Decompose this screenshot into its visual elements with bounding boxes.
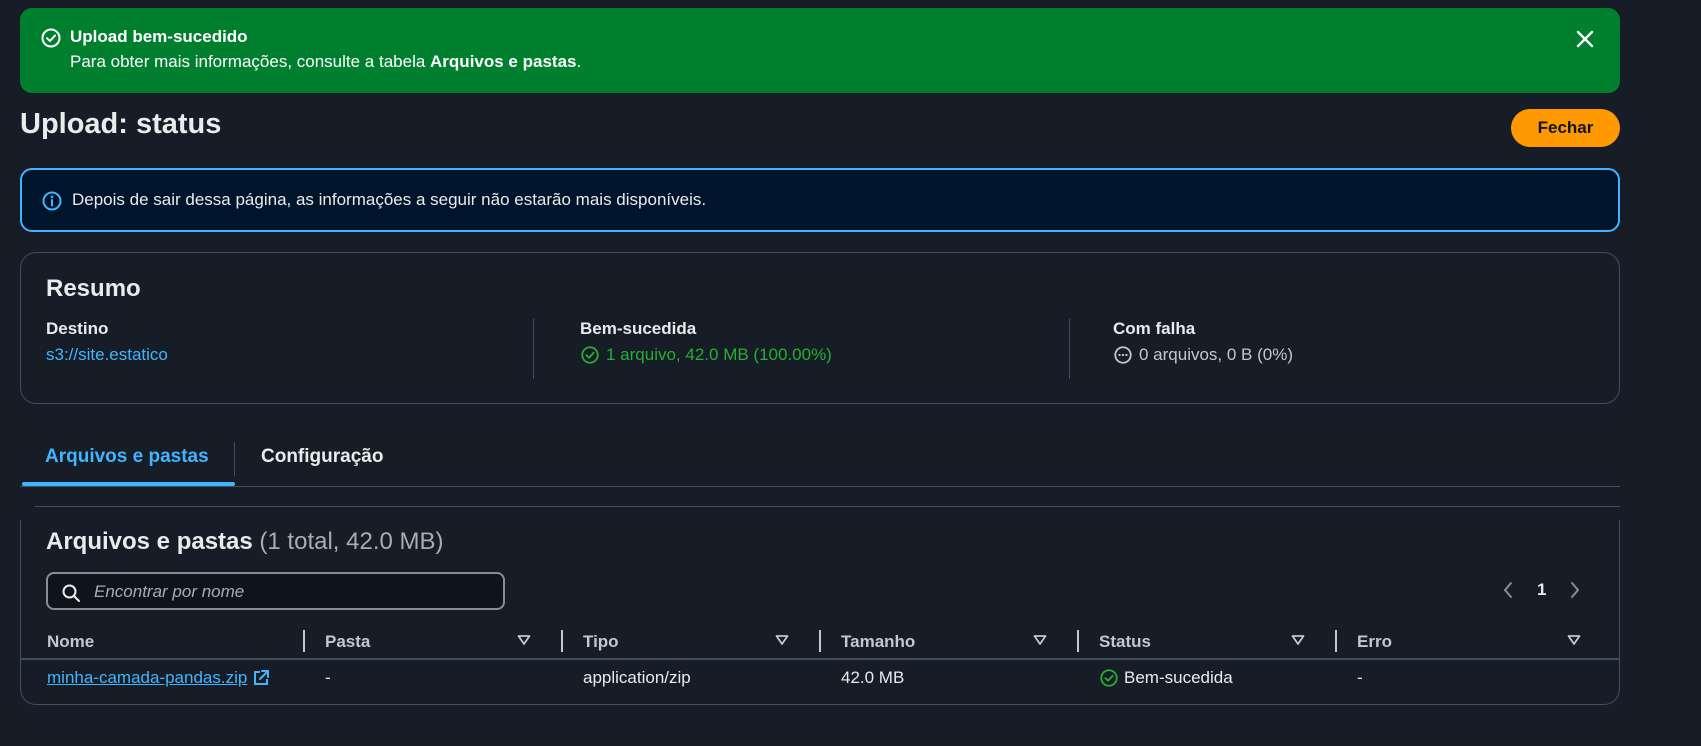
column-header-type[interactable]: Tipo [583, 632, 619, 652]
column-header-size[interactable]: Tamanho [841, 632, 915, 652]
column-resizer[interactable] [561, 630, 563, 652]
sort-down-icon[interactable] [1291, 634, 1305, 646]
files-table-title: Arquivos e pastas (1 total, 42.0 MB) [46, 528, 444, 556]
table-header: Nome Pasta Tipo Tamanho Status Erro [21, 624, 1619, 660]
chevron-left-icon[interactable] [1501, 580, 1515, 600]
tab-configuration[interactable]: Configuração [261, 446, 383, 468]
table-row: minha-camada-pandas.zip - application/zi… [21, 660, 1619, 698]
flash-message-link-text: Arquivos e pastas [430, 52, 577, 71]
search-input[interactable] [92, 579, 496, 605]
success-value: 1 arquivo, 42.0 MB (100.00%) [606, 345, 832, 364]
file-error: - [1357, 668, 1363, 687]
destination-link[interactable]: s3://site.estatico [46, 345, 168, 365]
success-flash-banner: Upload bem-sucedido Para obter mais info… [20, 8, 1620, 93]
file-type: application/zip [583, 668, 691, 687]
column-header-folder[interactable]: Pasta [325, 632, 370, 652]
sort-down-icon[interactable] [775, 634, 789, 646]
page-title: Upload: status [20, 108, 222, 140]
info-circle-icon [42, 191, 62, 211]
info-alert-text: Depois de sair dessa página, as informaç… [72, 190, 707, 209]
files-title-text: Arquivos e pastas [46, 528, 253, 555]
active-tab-indicator [22, 482, 235, 486]
files-panel-top-border [35, 506, 1620, 507]
column-divider [533, 319, 534, 379]
sort-down-icon[interactable] [1567, 634, 1581, 646]
column-resizer[interactable] [1077, 630, 1079, 652]
file-folder: - [325, 668, 331, 687]
files-table-container: Arquivos e pastas (1 total, 42.0 MB) 1 N… [20, 520, 1620, 705]
flash-message-suffix: . [576, 52, 582, 71]
file-status: Bem-sucedida [1099, 668, 1233, 688]
success-column: Bem-sucedida 1 arquivo, 42.0 MB (100.00%… [580, 319, 832, 365]
info-alert: Depois de sair dessa página, as informaç… [20, 168, 1620, 232]
column-divider [1069, 319, 1070, 379]
column-header-name[interactable]: Nome [47, 632, 94, 652]
chevron-right-icon[interactable] [1568, 580, 1582, 600]
file-status-text: Bem-sucedida [1124, 668, 1233, 687]
summary-title: Resumo [46, 275, 141, 302]
search-field[interactable] [46, 572, 505, 610]
column-resizer[interactable] [303, 630, 305, 652]
flash-message: Para obter mais informações, consulte a … [70, 52, 581, 72]
file-size: 42.0 MB [841, 668, 905, 687]
tab-bar: Arquivos e pastas Configuração [20, 432, 1620, 487]
check-circle-icon [41, 28, 61, 48]
check-circle-icon [581, 346, 599, 364]
check-circle-icon [1100, 669, 1118, 687]
sort-down-icon[interactable] [1033, 634, 1047, 646]
close-button[interactable]: Fechar [1511, 109, 1620, 147]
sort-down-icon[interactable] [517, 634, 531, 646]
pagination: 1 [1501, 580, 1582, 600]
tab-files-and-folders[interactable]: Arquivos e pastas [45, 446, 209, 468]
destination-label: Destino [46, 319, 109, 338]
column-header-status[interactable]: Status [1099, 632, 1151, 652]
tab-separator [234, 442, 235, 476]
failed-label: Com falha [1113, 319, 1196, 338]
destination-column: Destino s3://site.estatico [46, 319, 168, 365]
summary-container: Resumo Destino s3://site.estatico Bem-su… [20, 252, 1620, 404]
failed-value: 0 arquivos, 0 B (0%) [1139, 345, 1294, 364]
flash-title: Upload bem-sucedido [70, 27, 248, 46]
search-icon [62, 584, 80, 602]
files-count: (1 total, 42.0 MB) [259, 528, 444, 555]
column-resizer[interactable] [819, 630, 821, 652]
flash-message-text: Para obter mais informações, consulte a … [70, 52, 431, 71]
close-icon[interactable] [1572, 26, 1598, 52]
file-name[interactable]: minha-camada-pandas.zip [47, 668, 247, 688]
page-number[interactable]: 1 [1537, 580, 1546, 600]
ellipsis-circle-icon [1114, 346, 1132, 364]
column-resizer[interactable] [1335, 630, 1337, 652]
failed-column: Com falha 0 arquivos, 0 B (0%) [1113, 319, 1293, 365]
file-name-link[interactable]: minha-camada-pandas.zip [47, 668, 270, 688]
column-header-error[interactable]: Erro [1357, 632, 1392, 652]
external-link-icon[interactable] [252, 669, 270, 687]
success-label: Bem-sucedida [580, 319, 697, 338]
